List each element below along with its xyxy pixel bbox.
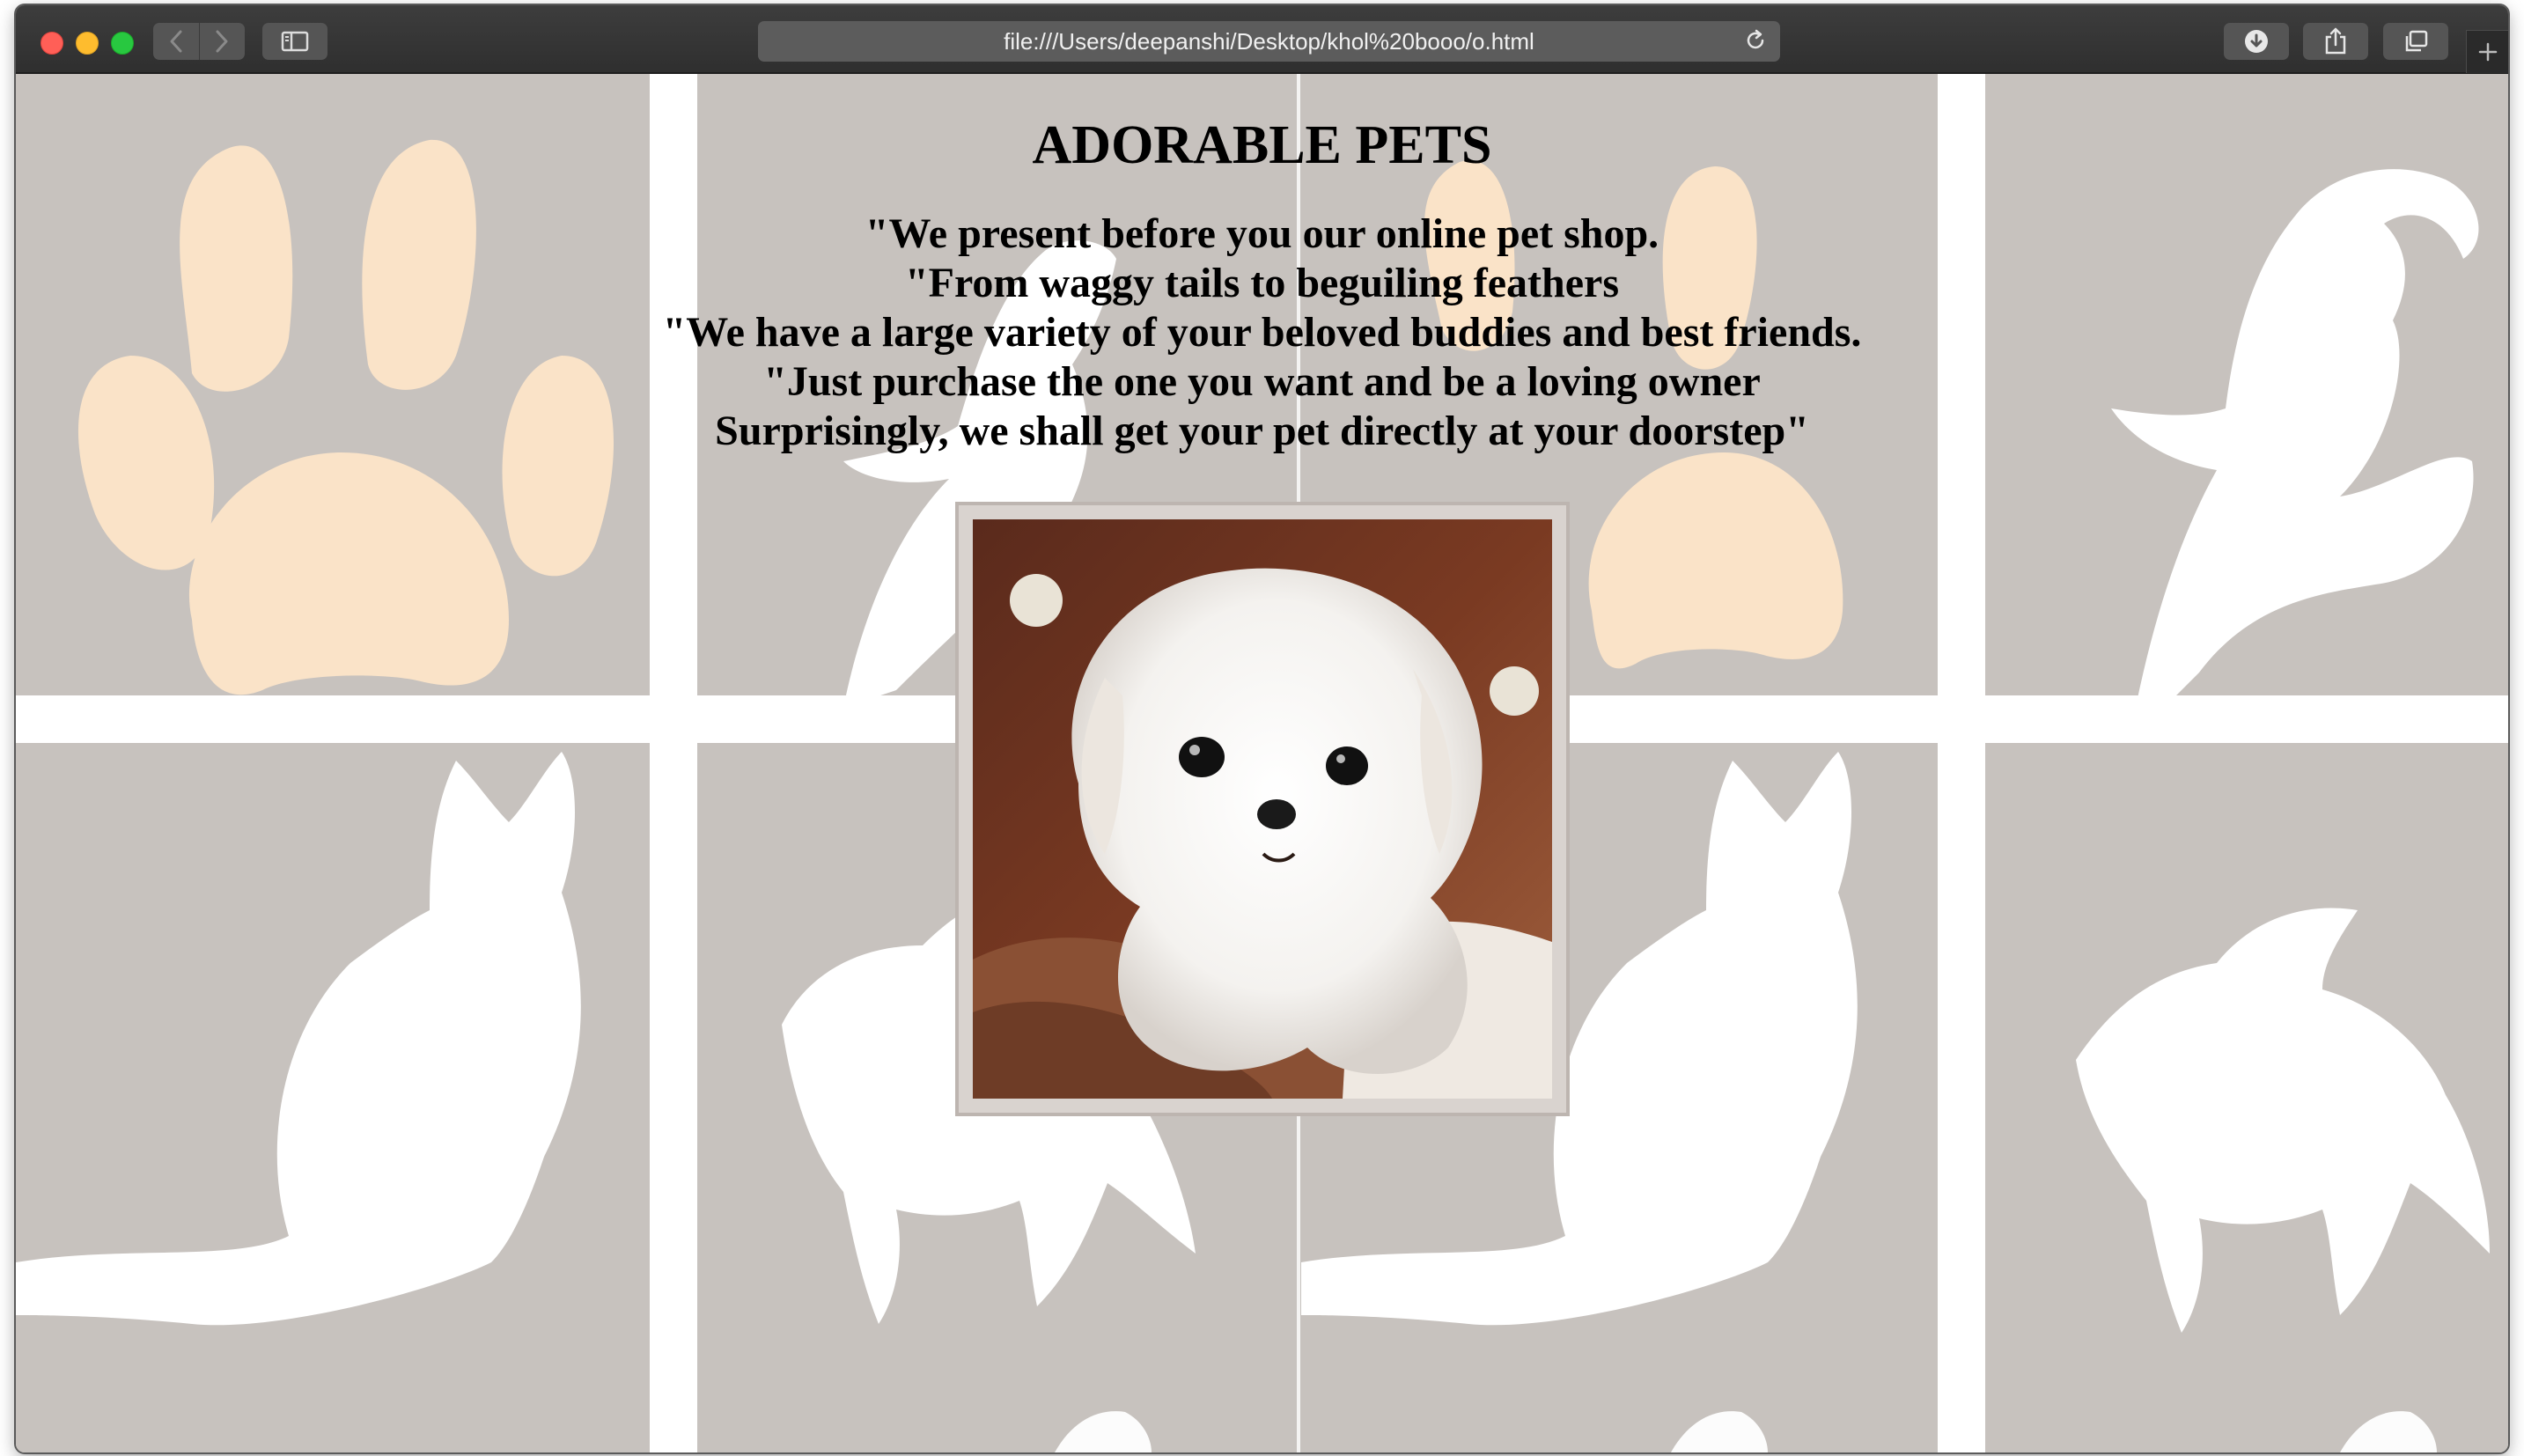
minimize-window-button[interactable] xyxy=(76,32,99,55)
share-icon xyxy=(2325,27,2346,55)
intro-line: Surprisingly, we shall get your pet dire… xyxy=(715,408,1809,454)
white-puppy-photo xyxy=(973,519,1552,1099)
plus-icon xyxy=(2478,42,2498,62)
share-button[interactable] xyxy=(2303,23,2368,60)
url-text: file:///Users/deepanshi/Desktop/khol%20b… xyxy=(1004,27,1534,55)
close-window-button[interactable] xyxy=(40,32,63,55)
page-content: ADORABLE PETS "We present before you our… xyxy=(16,74,2508,1452)
new-tab-button[interactable] xyxy=(2466,30,2508,73)
download-icon xyxy=(2245,30,2268,53)
downloads-button[interactable] xyxy=(2224,23,2289,60)
history-navigation xyxy=(153,23,245,60)
chevron-left-icon xyxy=(170,30,182,53)
intro-line: "We present before you our online pet sh… xyxy=(865,210,1659,257)
intro-line: "We have a large variety of your beloved… xyxy=(662,309,1862,356)
tab-overview-icon xyxy=(2405,30,2428,52)
address-bar[interactable]: file:///Users/deepanshi/Desktop/khol%20b… xyxy=(758,21,1780,62)
sidebar-toggle-button[interactable] xyxy=(262,23,327,60)
intro-line: "Just purchase the one you want and be a… xyxy=(763,358,1761,405)
puppy-photo-frame xyxy=(955,502,1570,1116)
sidebar-icon xyxy=(281,31,309,52)
zoom-window-button[interactable] xyxy=(111,32,134,55)
back-button[interactable] xyxy=(153,23,200,60)
tab-overview-button[interactable] xyxy=(2383,23,2448,60)
reload-icon[interactable] xyxy=(1743,28,1768,53)
browser-window: file:///Users/deepanshi/Desktop/khol%20b… xyxy=(16,5,2508,1452)
forward-button[interactable] xyxy=(200,23,246,60)
intro-text: "We present before you our online pet sh… xyxy=(16,210,2508,456)
page-header: ADORABLE PETS "We present before you our… xyxy=(16,74,2508,456)
intro-line: "From waggy tails to beguiling feathers xyxy=(904,260,1620,306)
page-title: ADORABLE PETS xyxy=(1032,115,1492,175)
browser-toolbar: file:///Users/deepanshi/Desktop/khol%20b… xyxy=(16,5,2508,74)
chevron-right-icon xyxy=(216,30,228,53)
